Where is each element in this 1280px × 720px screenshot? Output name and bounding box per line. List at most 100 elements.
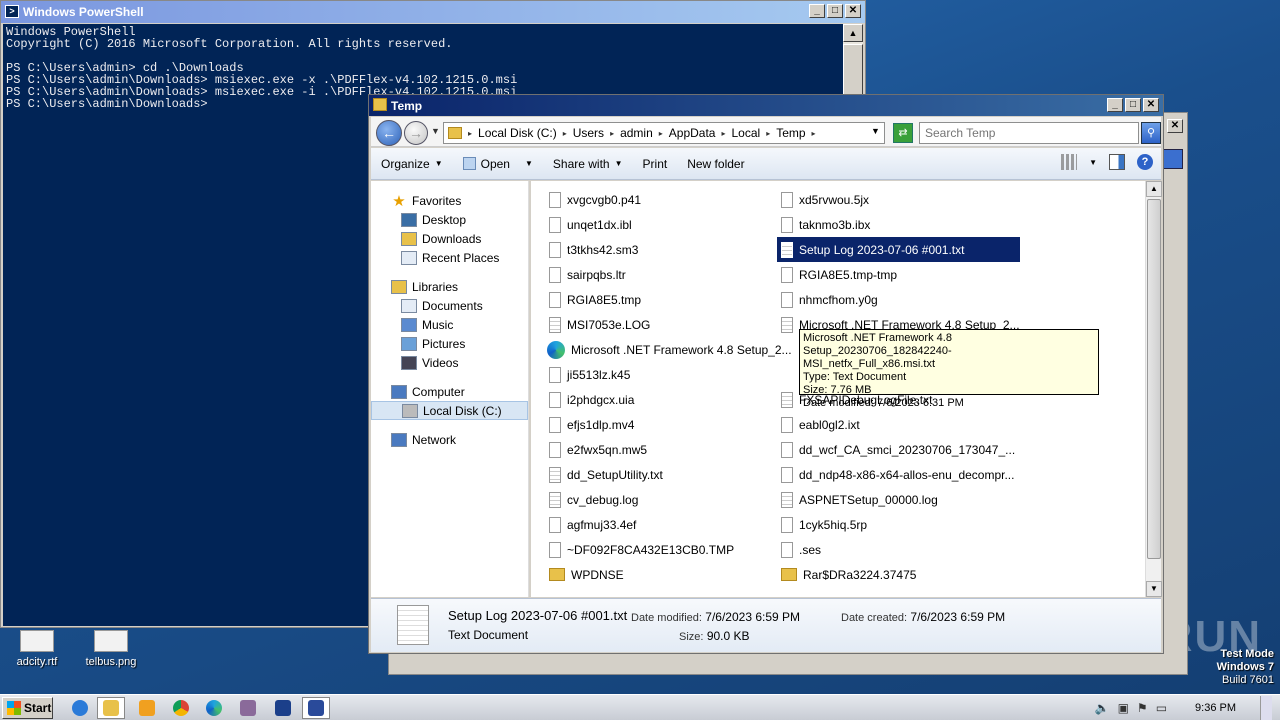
preview-pane-icon[interactable] — [1109, 154, 1125, 170]
file-item[interactable]: Rar$DRa3224.37475 — [781, 562, 1020, 587]
taskbar-explorer[interactable] — [97, 697, 125, 719]
scroll-up-icon[interactable]: ▲ — [843, 24, 863, 42]
breadcrumb-item[interactable]: admin ▸ — [620, 126, 663, 140]
file-item[interactable]: agfmuj33.4ef — [549, 512, 792, 537]
file-item[interactable]: Setup Log 2023-07-06 #001.txt — [776, 236, 1021, 263]
minimize-button[interactable]: _ — [809, 4, 825, 18]
history-dropdown-icon[interactable]: ▼ — [431, 126, 440, 136]
nav-local-disk[interactable]: Local Disk (C:) — [371, 401, 528, 420]
file-item[interactable]: xvgcvgb0.p41 — [549, 187, 792, 212]
minimize-button[interactable]: _ — [1107, 98, 1123, 112]
file-item[interactable]: unqet1dx.ibl — [549, 212, 792, 237]
file-item[interactable]: .ses — [781, 537, 1020, 562]
organize-button[interactable]: Organize ▼ — [371, 148, 453, 179]
clock[interactable]: 9:36 PM — [1195, 702, 1236, 714]
open-button[interactable]: Open ▼ — [453, 148, 543, 179]
taskbar-chrome[interactable] — [167, 697, 195, 719]
file-item[interactable]: t3tkhs42.sm3 — [549, 237, 792, 262]
nav-favorites[interactable]: ★ Favorites — [371, 191, 528, 210]
nav-videos[interactable]: Videos — [371, 353, 528, 372]
file-item[interactable]: dd_SetupUtility.txt — [549, 462, 792, 487]
desktop-icon-label: adcity.rtf — [16, 656, 58, 668]
scroll-thumb[interactable] — [1147, 199, 1161, 559]
nav-documents[interactable]: Documents — [371, 296, 528, 315]
file-item[interactable]: taknmo3b.ibx — [781, 212, 1020, 237]
file-item[interactable]: RGIA8E5.tmp — [549, 287, 792, 312]
file-item[interactable]: MSI7053e.LOG — [549, 312, 792, 337]
nav-recent-places[interactable]: Recent Places — [371, 248, 528, 267]
nav-pictures[interactable]: Pictures — [371, 334, 528, 353]
file-item[interactable]: cv_debug.log — [549, 487, 792, 512]
battery-icon[interactable]: ▭ — [1156, 701, 1167, 715]
file-list-scrollbar[interactable]: ▲ ▼ — [1145, 181, 1162, 597]
nav-network[interactable]: Network — [371, 430, 528, 449]
file-item[interactable]: e2fwx5qn.mw5 — [549, 437, 792, 462]
explorer-titlebar[interactable]: Temp _ □ ✕ — [369, 95, 1163, 116]
search-input[interactable] — [919, 122, 1139, 144]
nav-computer[interactable]: Computer — [371, 382, 528, 401]
file-item[interactable]: dd_ndp48-x86-x64-allos-enu_decompr... — [781, 462, 1020, 487]
rtf-file-icon — [20, 630, 54, 652]
show-desktop-button[interactable] — [1260, 696, 1272, 720]
breadcrumb-item[interactable]: Temp ▸ — [776, 126, 815, 140]
print-button[interactable]: Print — [633, 148, 678, 179]
refresh-icon[interactable]: ⇄ — [893, 123, 913, 143]
powershell-titlebar[interactable]: > Windows PowerShell _ □ ✕ — [1, 1, 865, 23]
close-button[interactable]: ✕ — [1143, 98, 1159, 112]
nav-libraries[interactable]: Libraries — [371, 277, 528, 296]
search-icon[interactable] — [1163, 149, 1183, 169]
desktop-file-adcity[interactable]: adcity.rtf — [2, 630, 72, 668]
taskbar-media-player[interactable] — [133, 697, 161, 719]
star-icon: ★ — [392, 192, 406, 210]
breadcrumb-item[interactable]: AppData ▸ — [669, 126, 726, 140]
file-item[interactable]: WPDNSE — [549, 562, 792, 587]
file-item[interactable]: dd_wcf_CA_smci_20230706_173047_... — [781, 437, 1020, 462]
file-item[interactable]: nhmcfhom.y0g — [781, 287, 1020, 312]
file-item[interactable]: i2phdgcx.uia — [549, 387, 792, 412]
file-item[interactable]: ji5513lz.k45 — [549, 362, 792, 387]
maximize-button[interactable]: □ — [827, 4, 843, 18]
breadcrumb-item[interactable]: Local Disk (C:) ▸ — [478, 126, 567, 140]
search-icon[interactable]: ⚲ — [1141, 122, 1161, 144]
nav-desktop[interactable]: Desktop — [371, 210, 528, 229]
chevron-right-icon[interactable]: ▸ — [468, 129, 472, 138]
nav-downloads[interactable]: Downloads — [371, 229, 528, 248]
help-icon[interactable]: ? — [1137, 154, 1153, 170]
breadcrumb-item[interactable]: Local ▸ — [732, 126, 771, 140]
close-button[interactable]: ✕ — [1167, 119, 1183, 133]
back-button[interactable]: ← — [376, 120, 402, 146]
taskbar-ie[interactable] — [66, 697, 94, 719]
view-dropdown-icon[interactable]: ▼ — [1089, 158, 1097, 167]
file-item[interactable]: eabl0gl2.ixt — [781, 412, 1020, 437]
desktop-file-telbus[interactable]: telbus.png — [76, 630, 146, 668]
share-with-button[interactable]: Share with ▼ — [543, 148, 633, 179]
file-item[interactable]: RGIA8E5.tmp-tmp — [781, 262, 1020, 287]
folder-icon — [781, 568, 797, 581]
file-item[interactable]: Microsoft .NET Framework 4.8 Setup_2... — [547, 337, 792, 362]
forward-button[interactable]: → — [404, 121, 428, 145]
new-folder-button[interactable]: New folder — [677, 148, 754, 179]
scroll-up-icon[interactable]: ▲ — [1146, 181, 1162, 197]
scroll-down-icon[interactable]: ▼ — [1146, 581, 1162, 597]
taskbar-installer[interactable] — [302, 697, 330, 719]
file-item[interactable]: 1cyk5hiq.5rp — [781, 512, 1020, 537]
address-dropdown-icon[interactable]: ▼ — [871, 126, 880, 136]
breadcrumb-item[interactable]: Users ▸ — [573, 126, 614, 140]
file-item[interactable]: sairpqbs.ltr — [549, 262, 792, 287]
file-item[interactable]: efjs1dlp.mv4 — [549, 412, 792, 437]
taskbar-powershell[interactable] — [269, 697, 297, 719]
start-button[interactable]: Start — [2, 697, 53, 719]
maximize-button[interactable]: □ — [1125, 98, 1141, 112]
volume-icon[interactable]: 🔈 — [1095, 701, 1110, 715]
close-button[interactable]: ✕ — [845, 4, 861, 18]
nav-music[interactable]: Music — [371, 315, 528, 334]
file-item[interactable]: xd5rvwou.5jx — [781, 187, 1020, 212]
change-view-icon[interactable] — [1061, 154, 1078, 170]
taskbar-edge[interactable] — [200, 697, 228, 719]
flag-icon[interactable]: ⚑ — [1137, 701, 1148, 715]
taskbar-app[interactable] — [234, 697, 262, 719]
file-item[interactable]: ASPNETSetup_00000.log — [781, 487, 1020, 512]
network-tray-icon[interactable]: ▣ — [1118, 701, 1129, 715]
address-bar[interactable]: ▸ Local Disk (C:) ▸ Users ▸ admin ▸ AppData… — [443, 122, 885, 144]
file-item[interactable]: ~DF092F8CA432E13CB0.TMP — [549, 537, 792, 562]
